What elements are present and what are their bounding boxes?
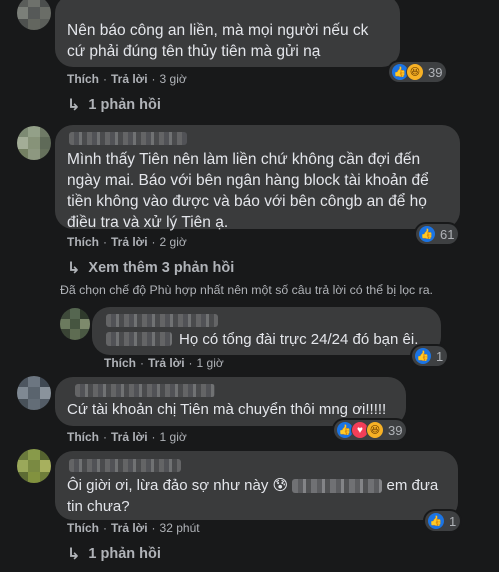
comment-text-start: Ôi giời ơi, lừa đảo sợ như này bbox=[67, 477, 273, 494]
comment-actions: Thích · Trả lời · 1 giờ bbox=[67, 430, 187, 444]
view-replies-link[interactable]: ↳ 1 phản hồi bbox=[67, 544, 161, 564]
avatar-image bbox=[17, 0, 51, 30]
avatar[interactable] bbox=[17, 376, 51, 410]
reaction-count: 39 bbox=[388, 422, 403, 438]
commenter-name-blurred[interactable] bbox=[106, 314, 218, 327]
commenter-name-blurred[interactable] bbox=[69, 459, 181, 472]
comment-text: Nên báo công an liền, mà mọi người nếu c… bbox=[67, 22, 369, 60]
reaction-summary[interactable]: 👍 61 bbox=[416, 224, 459, 244]
commenter-name-blurred[interactable] bbox=[75, 384, 215, 397]
mention-name-blurred[interactable] bbox=[292, 479, 383, 494]
comment-timestamp[interactable]: 1 giờ bbox=[160, 430, 187, 444]
anxious-face-emoji: 😰 bbox=[272, 477, 289, 494]
reply-arrow-icon: ↳ bbox=[67, 260, 81, 277]
reply-button[interactable]: Trả lời bbox=[111, 521, 148, 535]
comment-bubble: Nên báo công an liền, mà mọi người nếu c… bbox=[55, 0, 400, 67]
like-icon: 👍 bbox=[418, 225, 436, 243]
reaction-count: 61 bbox=[440, 226, 455, 242]
reply-bubble: Họ có tổng đài trực 24/24 đó bạn êi. bbox=[92, 307, 441, 355]
avatar-image bbox=[60, 308, 90, 340]
comment-text: Cứ tài khoản chị Tiên mà chuyển thôi mng… bbox=[67, 401, 387, 418]
reaction-summary[interactable]: 👍 ♥ 😆 39 bbox=[334, 420, 407, 440]
avatar[interactable] bbox=[17, 449, 51, 483]
comment-text: Mình thấy Tiên nên làm liền chứ không cầ… bbox=[67, 151, 429, 231]
reply-timestamp[interactable]: 1 giờ bbox=[197, 356, 224, 370]
replies-label: 1 phản hồi bbox=[88, 97, 161, 113]
reaction-count: 1 bbox=[449, 513, 457, 529]
reply-text: Họ có tổng đài trực 24/24 đó bạn êi. bbox=[179, 331, 419, 348]
comment-actions: Thích · Trả lời · 3 giờ bbox=[67, 72, 187, 86]
comment-timestamp[interactable]: 3 giờ bbox=[160, 72, 187, 86]
comment-bubble: Cứ tài khoản chị Tiên mà chuyển thôi mng… bbox=[55, 377, 406, 426]
avatar-image bbox=[17, 449, 51, 483]
comment-actions: Thích · Trả lời · 32 phút bbox=[67, 521, 200, 535]
commenter-name-blurred[interactable] bbox=[69, 132, 187, 145]
reply-button[interactable]: Trả lời bbox=[148, 356, 185, 370]
view-more-replies-link[interactable]: ↳ Xem thêm 3 phản hồi bbox=[67, 258, 234, 278]
like-icon: 👍 bbox=[414, 347, 432, 365]
mention-name-blurred[interactable] bbox=[106, 332, 172, 346]
avatar[interactable] bbox=[17, 0, 51, 30]
reply-arrow-icon: ↳ bbox=[67, 97, 81, 114]
avatar[interactable] bbox=[60, 308, 90, 340]
view-replies-link[interactable]: ↳ 1 phản hồi bbox=[67, 95, 161, 115]
reply-actions: Thích · Trả lời · 1 giờ bbox=[104, 356, 224, 370]
reaction-summary[interactable]: 👍 1 bbox=[425, 511, 461, 531]
reaction-count: 1 bbox=[436, 348, 444, 364]
avatar[interactable] bbox=[17, 126, 51, 160]
replies-label: Xem thêm 3 phản hồi bbox=[88, 260, 235, 276]
reply-button[interactable]: Trả lời bbox=[111, 430, 148, 444]
comment-bubble: Ôi giời ơi, lừa đảo sợ như này 😰 em đưa … bbox=[55, 451, 458, 520]
reply-button[interactable]: Trả lời bbox=[111, 235, 148, 249]
filter-notice: Đã chọn chế độ Phù hợp nhất nên một số c… bbox=[60, 283, 433, 297]
avatar-image bbox=[17, 376, 51, 410]
like-button[interactable]: Thích bbox=[104, 356, 136, 370]
comment-actions: Thích · Trả lời · 2 giờ bbox=[67, 235, 187, 249]
haha-icon: 😆 bbox=[406, 63, 424, 81]
reaction-count: 39 bbox=[428, 64, 443, 80]
like-icon: 👍 bbox=[427, 512, 445, 530]
avatar-image bbox=[17, 126, 51, 160]
reaction-summary[interactable]: 👍 😆 39 bbox=[389, 62, 447, 82]
reaction-summary[interactable]: 👍 1 bbox=[412, 346, 448, 366]
comment-timestamp[interactable]: 2 giờ bbox=[160, 235, 187, 249]
haha-icon: 😆 bbox=[366, 421, 384, 439]
comment-text: Ôi giời ơi, lừa đảo sợ như này 😰 em đưa bbox=[67, 475, 446, 496]
like-button[interactable]: Thích bbox=[67, 235, 99, 249]
reply-button[interactable]: Trả lời bbox=[111, 72, 148, 86]
like-button[interactable]: Thích bbox=[67, 521, 99, 535]
comment-bubble: Mình thấy Tiên nên làm liền chứ không cầ… bbox=[55, 125, 460, 231]
reply-arrow-icon: ↳ bbox=[67, 546, 81, 563]
like-button[interactable]: Thích bbox=[67, 72, 99, 86]
comment-timestamp[interactable]: 32 phút bbox=[160, 521, 200, 535]
replies-label: 1 phản hồi bbox=[88, 546, 161, 562]
comment-text-line2: tin chưa? bbox=[67, 498, 130, 515]
like-button[interactable]: Thích bbox=[67, 430, 99, 444]
comment-text-end: em đưa bbox=[382, 477, 439, 494]
